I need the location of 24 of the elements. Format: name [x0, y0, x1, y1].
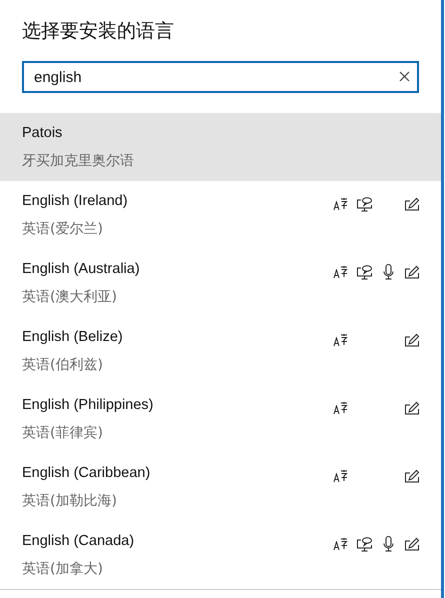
language-native-name: 牙买加克里奥尔语 [22, 152, 135, 170]
language-item[interactable]: English (Australia) 英语(澳大利亚) [0, 249, 441, 317]
language-name: English (Canada) [22, 532, 136, 550]
search-field[interactable]: english [22, 61, 419, 93]
language-name: English (Australia) [22, 260, 141, 278]
language-name: English (Ireland) [22, 192, 129, 210]
language-item[interactable]: English (Caribbean) 英语(加勒比海) [0, 453, 441, 521]
language-item[interactable]: Patois 牙买加克里奥尔语 [0, 113, 441, 181]
language-item[interactable]: English (Canada) 英语(加拿大) [0, 521, 441, 589]
language-name: English (Belize) [22, 328, 124, 346]
language-name: Patois [22, 124, 64, 142]
language-name: English (Philippines) [22, 396, 154, 414]
dialog-title: 选择要安装的语言 [21, 19, 175, 44]
language-native-name: 英语(加拿大) [22, 560, 104, 578]
language-native-name: 英语(伯利兹) [22, 356, 104, 374]
language-item[interactable]: English (Belize) 英语(伯利兹) [0, 317, 441, 385]
language-native-name: 英语(菲律宾) [22, 424, 104, 442]
language-native-name: 英语(爱尔兰) [22, 220, 104, 238]
language-name: English (Caribbean) [22, 464, 152, 482]
language-native-name: 英语(澳大利亚) [22, 288, 118, 306]
language-item[interactable]: English (Ireland) 英语(爱尔兰) [0, 181, 441, 249]
language-native-name: 英语(加勒比海) [22, 492, 118, 510]
clear-icon[interactable] [399, 71, 410, 82]
language-item[interactable]: English (Philippines) 英语(菲律宾) [0, 385, 441, 453]
